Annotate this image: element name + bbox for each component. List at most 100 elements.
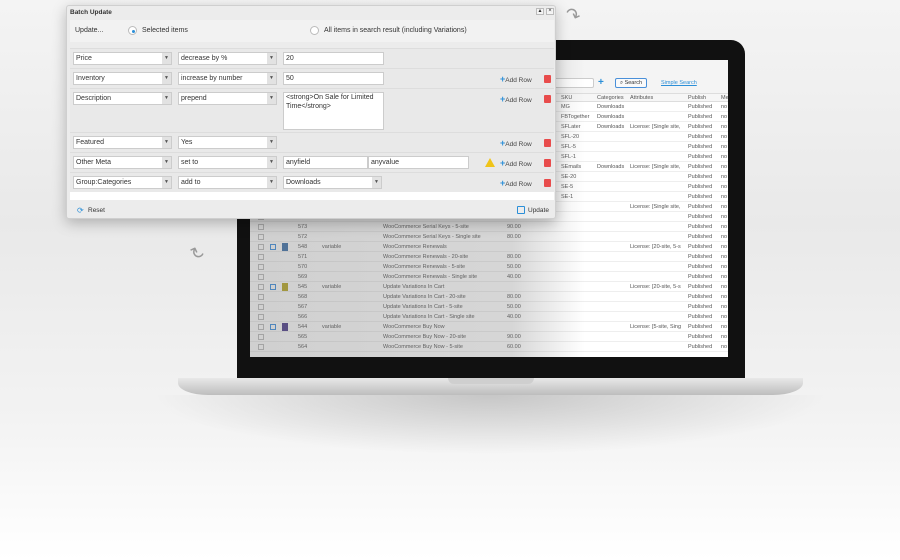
row-checkbox[interactable] (258, 344, 264, 350)
cell-pub: Published (688, 114, 713, 120)
table-row[interactable]: 544 variable WooCommerce Buy Now License: [… (250, 322, 728, 332)
table-row[interactable]: 571 WooCommerce Renewals - 20-site 80.00 Pu… (250, 252, 728, 262)
add-row-button[interactable]: +Add Row (500, 94, 532, 104)
row-checkbox[interactable] (258, 264, 264, 270)
value-input[interactable]: 50 (283, 72, 384, 85)
collapse-button[interactable]: ▴ (536, 8, 544, 15)
value2-input[interactable]: anyvalue (368, 156, 469, 169)
table-row[interactable]: 545 variable Update Variations In Cart Lice… (250, 282, 728, 292)
expand-icon[interactable] (270, 244, 276, 250)
row-checkbox[interactable] (258, 254, 264, 260)
close-button[interactable]: × (546, 8, 554, 15)
action-select[interactable]: increase by number ▼ (178, 72, 277, 85)
field-select[interactable]: Inventory ▼ (73, 72, 172, 85)
update-button[interactable]: Update (528, 207, 549, 214)
cell-m: no (721, 174, 728, 180)
chevron-down-icon: ▼ (162, 157, 171, 168)
col-publish[interactable]: Publish (688, 95, 706, 101)
trash-icon[interactable] (544, 75, 551, 83)
row-checkbox[interactable] (258, 274, 264, 280)
table-row[interactable]: 568 Update Variations In Cart - 20-site 80… (250, 292, 728, 302)
laptop-notch (448, 378, 534, 384)
cell-m: no (721, 144, 728, 150)
cell-price: 90.00 (507, 334, 521, 340)
radio-selected-items[interactable] (128, 26, 137, 35)
expand-icon[interactable] (270, 324, 276, 330)
value-select[interactable]: Downloads ▼ (283, 176, 382, 189)
value-textarea[interactable]: <strong>On Sale for Limited Time</strong… (283, 92, 384, 130)
cell-name: WooCommerce Renewals - 20-site (383, 254, 469, 260)
action-select[interactable]: prepend ▼ (178, 92, 277, 105)
trash-icon[interactable] (544, 179, 551, 187)
col-sku[interactable]: SKU (561, 95, 572, 101)
cell-pub: Published (688, 184, 713, 190)
col-meta[interactable]: Me (721, 95, 728, 101)
add-row-label: Add Row (505, 181, 532, 188)
simple-search-link[interactable]: Simple Search (661, 80, 697, 86)
field-select[interactable]: Price ▼ (73, 52, 172, 65)
trash-icon[interactable] (544, 139, 551, 147)
cell-pub: Published (688, 294, 713, 300)
table-row[interactable]: 567 Update Variations In Cart - 5-site 50.… (250, 302, 728, 312)
row-checkbox[interactable] (258, 244, 264, 250)
add-icon[interactable]: + (598, 77, 604, 88)
row-checkbox[interactable] (258, 284, 264, 290)
field-select[interactable]: Other Meta ▼ (73, 156, 172, 169)
trash-icon[interactable] (544, 95, 551, 103)
cell-pub: Published (688, 234, 713, 240)
action-select[interactable]: add to ▼ (178, 176, 277, 189)
value-input[interactable]: anyfield (283, 156, 368, 169)
table-row[interactable]: 572 WooCommerce Serial Keys - Single site… (250, 232, 728, 242)
row-checkbox[interactable] (258, 234, 264, 240)
add-row-button[interactable]: +Add Row (500, 158, 532, 168)
add-row-button[interactable]: +Add Row (500, 178, 532, 188)
table-row[interactable]: 565 WooCommerce Buy Now - 20-site 90.00 Pub… (250, 332, 728, 342)
update-scope: Update... Selected items All items in se… (70, 20, 554, 42)
cell-id: 569 (298, 274, 308, 280)
row-checkbox[interactable] (258, 324, 264, 330)
radio-all-items[interactable] (310, 26, 319, 35)
col-categories[interactable]: Categories (597, 95, 624, 101)
reset-button[interactable]: Reset (88, 207, 105, 214)
field-select[interactable]: Featured ▼ (73, 136, 172, 149)
product-thumbnail (282, 283, 288, 291)
table-row[interactable]: 569 WooCommerce Renewals - Single site 40.… (250, 272, 728, 282)
field-row: Featured ▼ Yes ▼ +Add Row (70, 132, 554, 152)
add-row-button[interactable]: +Add Row (500, 138, 532, 148)
cell-m: no (721, 104, 728, 110)
action-select[interactable]: set to ▼ (178, 156, 277, 169)
table-row[interactable]: 570 WooCommerce Renewals - 5-site 50.00 Pub… (250, 262, 728, 272)
cell-attr: License: [20-site, 5-s (630, 284, 681, 290)
row-checkbox[interactable] (258, 334, 264, 340)
value-input[interactable]: 20 (283, 52, 384, 65)
col-attributes[interactable]: Attributes (630, 95, 653, 101)
table-row[interactable]: 573 WooCommerce Serial Keys - 5-site 90.00… (250, 222, 728, 232)
chevron-down-icon: ▼ (162, 177, 171, 188)
cell-cat: Downloads (597, 124, 625, 130)
row-checkbox[interactable] (258, 224, 264, 230)
cell-id: 564 (298, 344, 308, 350)
row-checkbox[interactable] (258, 294, 264, 300)
search-button[interactable]: ⌕ Search (615, 78, 647, 88)
table-row[interactable]: 566 Update Variations In Cart - Single si… (250, 312, 728, 322)
save-icon (517, 206, 525, 214)
laptop-shadow (150, 395, 830, 455)
row-checkbox[interactable] (258, 304, 264, 310)
expand-icon[interactable] (270, 284, 276, 290)
row-checkbox[interactable] (258, 314, 264, 320)
cell-m: no (721, 124, 728, 130)
trash-icon[interactable] (544, 159, 551, 167)
table-row[interactable]: 548 variable WooCommerce Renewals License: … (250, 242, 728, 252)
cell-m: no (721, 334, 728, 340)
cell-id: 545 (298, 284, 308, 290)
add-row-button[interactable]: +Add Row (500, 74, 532, 84)
cell-attr: License: [Single site, (630, 164, 681, 170)
action-select[interactable]: Yes ▼ (178, 136, 277, 149)
action-select-value: Yes (181, 139, 193, 146)
action-select[interactable]: decrease by % ▼ (178, 52, 277, 65)
cell-m: no (721, 234, 728, 240)
cell-m: no (721, 324, 728, 330)
field-select[interactable]: Description ▼ (73, 92, 172, 105)
table-row[interactable]: 564 WooCommerce Buy Now - 5-site 60.00 Publ… (250, 342, 728, 352)
field-select[interactable]: Group:Categories ▼ (73, 176, 172, 189)
